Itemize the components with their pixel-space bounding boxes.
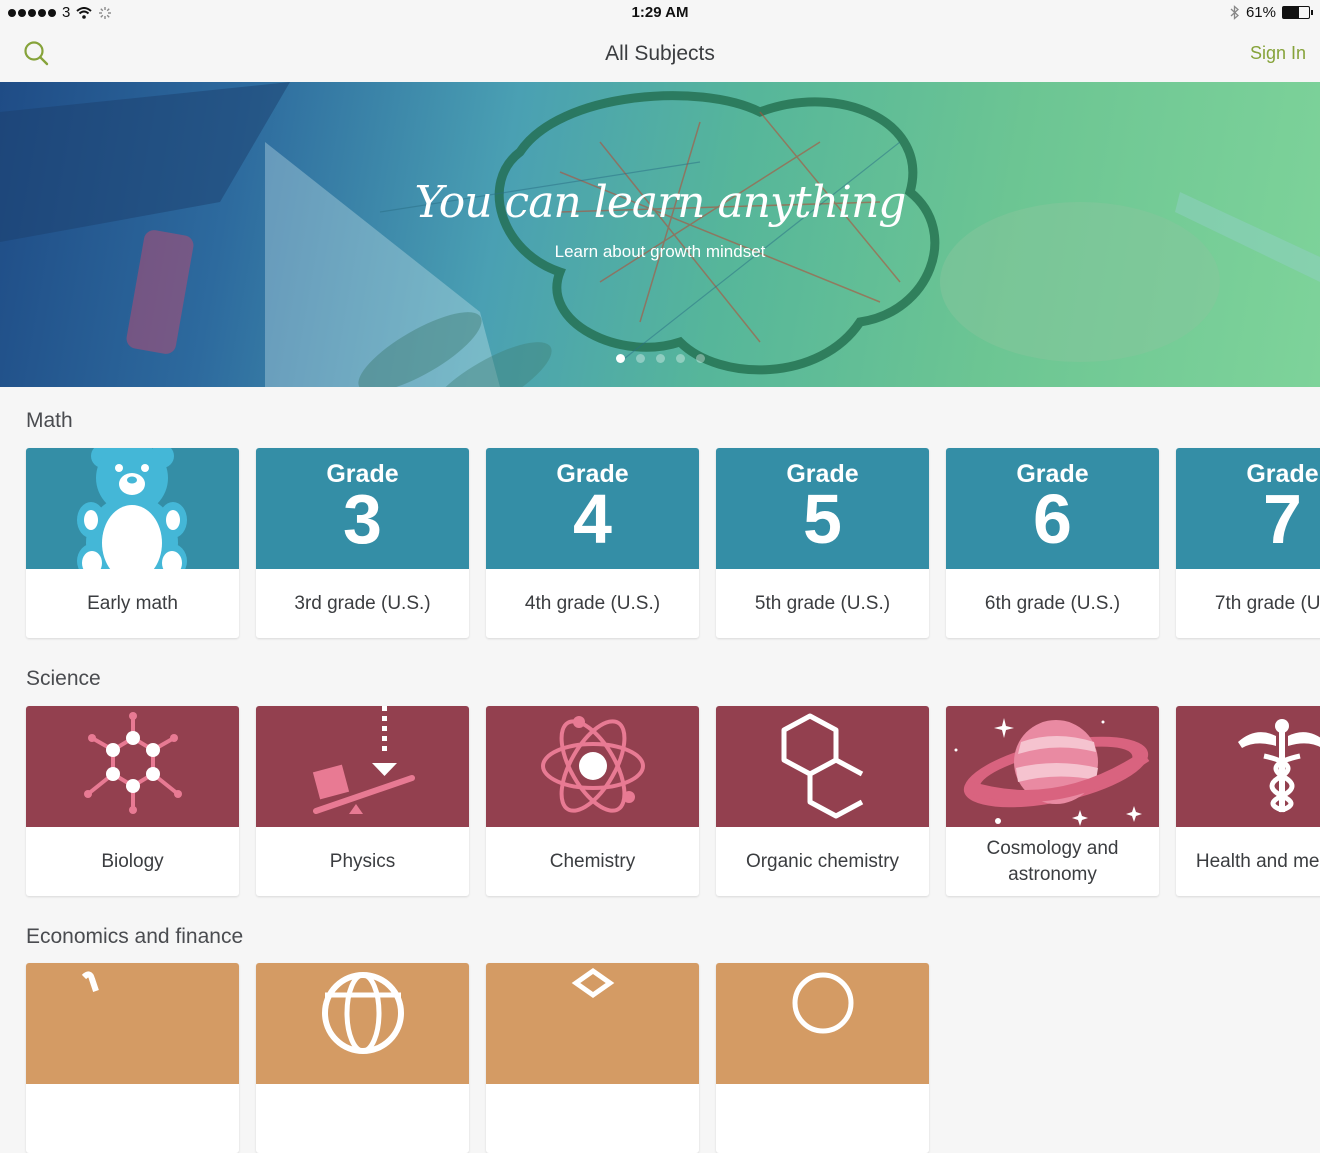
card-grade-6[interactable]: Grade 6 6th grade (U.S.)	[946, 448, 1159, 638]
lever-icon	[312, 706, 415, 814]
card-label: 4th grade (U.S.)	[524, 592, 661, 614]
card-cosmology-astronomy[interactable]: Cosmology and astronomy	[946, 706, 1159, 896]
card-economics-2[interactable]	[256, 963, 469, 1153]
card-economics-1[interactable]	[26, 963, 239, 1153]
molecule-icon	[84, 712, 182, 814]
page-dot[interactable]	[655, 354, 665, 363]
caduceus-icon	[1238, 719, 1320, 813]
card-label: Health and medicine	[1195, 850, 1320, 872]
brain-illustration	[0, 82, 1320, 387]
search-button[interactable]	[22, 39, 52, 69]
card-label: Physics	[329, 850, 396, 872]
economics-icon-1	[81, 971, 99, 992]
card-physics[interactable]: Physics	[256, 706, 469, 896]
page-dot[interactable]	[675, 354, 685, 363]
status-time: 1:29 AM	[631, 4, 689, 21]
grade-number: 6	[1033, 480, 1072, 558]
hero-banner[interactable]: You can learn anything Learn about growt…	[0, 82, 1320, 387]
card-health-medicine[interactable]: Health and medicine	[1176, 706, 1320, 896]
section-title-economics: Economics and finance	[26, 925, 244, 948]
grade-number: 3	[343, 480, 382, 558]
bluetooth-icon	[1230, 5, 1239, 20]
page-indicator[interactable]	[0, 354, 1320, 363]
status-bar: 3 1:29 AM 61%	[0, 0, 1320, 26]
card-grade-4[interactable]: Grade 4 4th grade (U.S.)	[486, 448, 699, 638]
economics-icon-4	[792, 972, 854, 1034]
card-biology[interactable]: Biology	[26, 706, 239, 896]
economics-row	[26, 963, 929, 1153]
grade-number: 7	[1263, 480, 1302, 558]
card-chemistry[interactable]: Chemistry	[486, 706, 699, 896]
card-label: Organic chemistry	[745, 850, 900, 872]
battery-level-fill	[1283, 7, 1299, 18]
page-dot[interactable]	[615, 354, 625, 363]
section-title-science: Science	[26, 667, 101, 690]
card-label: Cosmology and astronomy	[986, 837, 1119, 885]
card-early-math[interactable]: Early math	[26, 448, 239, 638]
science-row: Biology Physics Chemistry Organic chemis…	[26, 706, 1320, 896]
card-label: 7th grade (U.S.)	[1214, 592, 1320, 614]
card-organic-chemistry[interactable]: Organic chemistry	[716, 706, 929, 896]
card-label: Chemistry	[549, 850, 636, 872]
battery-icon	[1282, 6, 1313, 19]
hexagon-structure-icon	[781, 713, 864, 819]
economics-icon-3	[571, 967, 615, 999]
banner-title: You can learn anything	[414, 177, 907, 228]
card-label: Biology	[101, 850, 164, 872]
card-label: Early math	[87, 592, 178, 614]
card-economics-4[interactable]	[716, 963, 929, 1153]
card-economics-3[interactable]	[486, 963, 699, 1153]
page-dot[interactable]	[695, 354, 705, 363]
section-title-math: Math	[26, 409, 73, 432]
battery-percent: 61%	[1245, 4, 1276, 21]
card-label: 3rd grade (U.S.)	[294, 592, 431, 614]
card-grade-7[interactable]: Grade7 7th grade (U.S.)	[1176, 448, 1320, 638]
grade-number: 4	[573, 480, 612, 558]
sign-in-button[interactable]: Sign In	[1250, 43, 1306, 64]
grade-number: 5	[803, 480, 842, 558]
banner-subtitle: Learn about growth mindset	[554, 242, 766, 261]
card-label: 5th grade (U.S.)	[754, 592, 891, 614]
search-icon	[24, 41, 49, 66]
planet-icon	[954, 718, 1150, 826]
math-row: Early math Grade 3 3rd grade (U.S.) Grade…	[26, 448, 1320, 638]
card-grade-3[interactable]: Grade 3 3rd grade (U.S.)	[256, 448, 469, 638]
card-label: 6th grade (U.S.)	[984, 592, 1121, 614]
navigation-bar: All Subjects Sign In	[0, 26, 1320, 82]
page-title: All Subjects	[605, 42, 715, 65]
globe-icon	[322, 972, 404, 1054]
card-grade-5[interactable]: Grade 5 5th grade (U.S.)	[716, 448, 929, 638]
page-dot[interactable]	[635, 354, 645, 363]
teddy-bear-icon	[77, 448, 187, 569]
atom-icon	[541, 716, 645, 813]
